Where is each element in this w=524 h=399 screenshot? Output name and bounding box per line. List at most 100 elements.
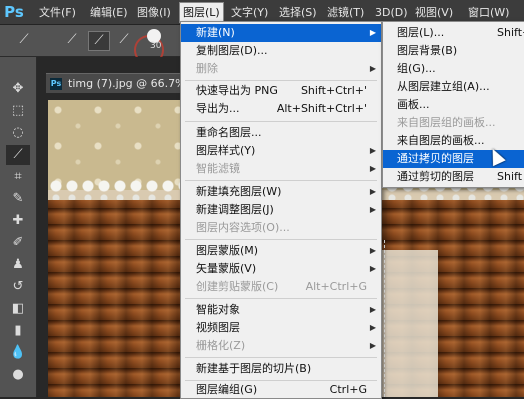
layer-menu-vector-mask[interactable]: 矢量蒙版(V) ▶ [181,260,381,278]
eyedropper-tool-icon[interactable]: ✎ [6,189,30,209]
menu-view[interactable]: 视图(V) [412,4,456,21]
menu-separator [185,121,377,122]
submenu-arrow-icon: ▶ [369,246,376,255]
menu-item-label: 重命名图层... [196,126,262,139]
menu-item-label: 复制图层(D)... [196,44,268,57]
clone-stamp-tool-icon[interactable]: ♟ [6,255,30,275]
menu-window[interactable]: 窗口(W) [465,4,512,21]
menu-item-shortcut: Alt+Shift+Ctrl+' [276,102,367,115]
layer-menu-smart-filter[interactable]: 智能滤镜 ▶ [181,160,381,178]
crop-tool-icon[interactable]: ⌗ [6,167,30,187]
menu-file[interactable]: 文件(F) [36,4,79,21]
layer-menu-delete[interactable]: 删除 ▶ [181,60,381,78]
menu-separator [185,298,377,299]
menu-item-label: 来自图层组的画板... [397,116,496,129]
eraser-tool-icon[interactable]: ◧ [6,299,30,319]
healing-brush-tool-icon[interactable]: ✚ [6,211,30,231]
submenu-arrow-icon: ▶ [369,341,376,350]
layer-menu-new[interactable]: 新建(N) ▶ [181,24,381,42]
artboard-from-layers-item[interactable]: 来自图层的画板... [383,132,524,150]
brush-size-value: 30 [150,41,162,51]
tools-panel: ✥ ⬚ ◌ ⟋ ⌗ ✎ ✚ ✐ ♟ ↺ ◧ ▮ 💧 ● [0,57,37,397]
submenu-arrow-icon: ▶ [369,164,376,173]
quick-selection-preset-icon[interactable]: ⟋ [14,31,34,49]
submenu-arrow-icon: ▶ [369,64,376,73]
submenu-arrow-icon: ▶ [369,305,376,314]
menu-separator [185,357,377,358]
new-group-from-layers-item[interactable]: 从图层建立组(A)... [383,78,524,96]
menu-layer[interactable]: 图层(L) [179,2,224,23]
layer-menu-new-adjustment-layer[interactable]: 新建调整图层(J) ▶ [181,201,381,219]
menu-separator [185,239,377,240]
menu-image[interactable]: 图像(I) [134,4,174,21]
menu-item-shortcut: Ctrl+G [329,383,367,396]
new-group-item[interactable]: 组(G)... [383,60,524,78]
new-selection-icon[interactable]: ⟋ [62,31,82,49]
artboard-from-group-item[interactable]: 来自图层组的画板... [383,114,524,132]
menu-item-label: 新建调整图层(J) [196,203,274,216]
menu-item-label: 新建填充图层(W) [196,185,282,198]
layer-menu-quick-export-png[interactable]: 快速导出为 PNG Shift+Ctrl+' [181,82,381,100]
menu-item-label: 智能滤镜 [196,162,240,175]
layer-menu-export-as[interactable]: 导出为... Alt+Shift+Ctrl+' [181,100,381,118]
menu-item-label: 导出为... [196,102,240,115]
blur-tool-icon[interactable]: 💧 [6,343,30,363]
dodge-tool-icon[interactable]: ● [6,365,30,385]
layer-menu-layer-mask[interactable]: 图层蒙版(M) ▶ [181,242,381,260]
quick-selection-tool-icon[interactable]: ⟋ [6,145,30,165]
selection-marquee [384,240,386,397]
layer-menu-video-layers[interactable]: 视频图层 ▶ [181,319,381,337]
menu-item-label: 删除 [196,62,218,75]
menu-type[interactable]: 文字(Y) [228,4,271,21]
layer-menu-smart-objects[interactable]: 智能对象 ▶ [181,301,381,319]
history-brush-tool-icon[interactable]: ↺ [6,277,30,297]
menu-item-label: 图层样式(Y) [196,144,256,157]
submenu-arrow-icon: ▶ [369,146,376,155]
menu-separator [185,180,377,181]
menu-item-shortcut: Alt+Ctrl+G [305,280,367,293]
new-background-layer-item[interactable]: 图层背景(B) [383,42,524,60]
layer-menu-duplicate[interactable]: 复制图层(D)... [181,42,381,60]
menu-filter[interactable]: 滤镜(T) [324,4,367,21]
menu-item-label: 创建剪贴蒙版(C) [196,280,279,293]
brush-tool-icon[interactable]: ✐ [6,233,30,253]
submenu-arrow-icon: ▶ [369,28,376,37]
menu-item-label: 新建(N) [196,26,235,39]
menu-item-label: 来自图层的画板... [397,134,485,147]
marquee-tool-icon[interactable]: ⬚ [6,101,30,121]
layer-menu-create-clipping-mask[interactable]: 创建剪贴蒙版(C) Alt+Ctrl+G [181,278,381,296]
menu-edit[interactable]: 编辑(E) [87,4,131,21]
menu-item-label: 智能对象 [196,303,240,316]
add-to-selection-icon[interactable]: ⟋ [88,31,110,51]
menu-item-shortcut: Shift [497,170,523,183]
menu-item-label: 从图层建立组(A)... [397,80,490,93]
gradient-tool-icon[interactable]: ▮ [6,321,30,341]
layer-via-cut-item[interactable]: 通过剪切的图层 Shift [383,168,524,186]
submenu-arrow-icon: ▶ [369,323,376,332]
layer-menu-rasterize[interactable]: 栅格化(Z) ▶ [181,337,381,355]
move-tool-icon[interactable]: ✥ [6,79,30,99]
new-layer-item[interactable]: 图层(L)... Shift+ [383,24,524,42]
submenu-arrow-icon: ▶ [369,264,376,273]
layer-menu-layer-content-options[interactable]: 图层内容选项(O)... [181,219,381,237]
layer-menu-rename[interactable]: 重命名图层... [181,124,381,142]
layer-menu-layer-style[interactable]: 图层样式(Y) ▶ [181,142,381,160]
layer-menu-new-fill-layer[interactable]: 新建填充图层(W) ▶ [181,183,381,201]
menu-select[interactable]: 选择(S) [276,4,320,21]
menu-item-label: 图层内容选项(O)... [196,221,290,234]
menu-item-label: 图层(L)... [397,26,445,39]
layer-menu-new-layer-based-slice[interactable]: 新建基于图层的切片(B) [181,360,381,378]
document-tab-ps-icon: Ps [50,78,62,90]
subtract-from-selection-icon[interactable]: ⟋ [114,31,134,49]
menu-separator [185,80,377,81]
menu-item-label: 矢量蒙版(V) [196,262,257,275]
menu-3d[interactable]: 3D(D) [372,4,411,21]
menu-item-label: 视频图层 [196,321,240,334]
lasso-tool-icon[interactable]: ◌ [6,123,30,143]
new-artboard-item[interactable]: 画板... [383,96,524,114]
layer-menu-group-layers[interactable]: 图层编组(G) Ctrl+G [181,382,381,397]
menu-separator [185,380,377,381]
new-submenu: 图层(L)... Shift+ 图层背景(B) 组(G)... 从图层建立组(A… [382,21,524,188]
menu-item-label: 图层背景(B) [397,44,458,57]
menu-item-label: 画板... [397,98,430,111]
